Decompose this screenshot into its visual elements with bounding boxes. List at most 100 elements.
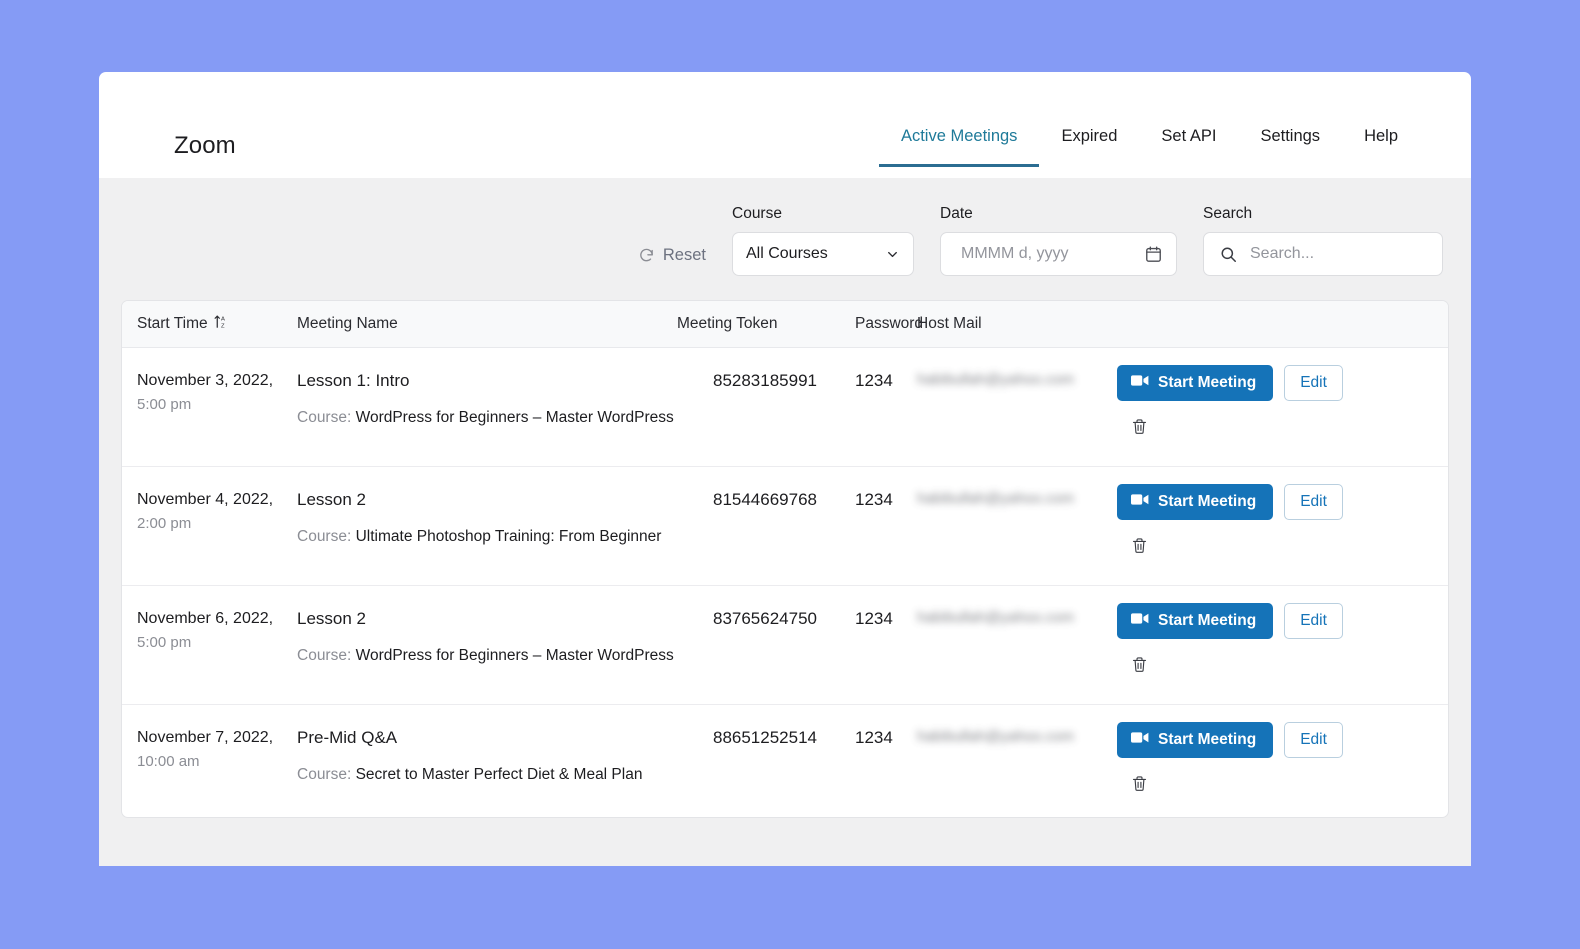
edit-button[interactable]: Edit	[1284, 365, 1343, 401]
row-date: November 3, 2022,	[137, 372, 274, 389]
start-meeting-label: Start Meeting	[1158, 493, 1257, 510]
page-title: Zoom	[174, 132, 236, 159]
edit-button[interactable]: Edit	[1284, 722, 1343, 758]
tab-help[interactable]: Help	[1342, 128, 1398, 167]
chevron-down-icon	[885, 247, 900, 262]
start-meeting-button[interactable]: Start Meeting	[1117, 603, 1274, 639]
date-filter-label: Date	[940, 204, 973, 222]
cell-start-time: November 4, 2022, 2:00 pm	[137, 489, 297, 534]
course-filter-label: Course	[732, 204, 782, 222]
row-course: Course: Ultimate Photoshop Training: Fro…	[297, 526, 677, 549]
course-prefix-label: Course:	[297, 766, 352, 784]
date-input[interactable]: MMMM d, yyyy	[940, 232, 1177, 276]
cell-meeting-token: 83765624750	[712, 609, 817, 628]
row-date: November 7, 2022,	[137, 729, 274, 746]
course-prefix-label: Course:	[297, 528, 352, 546]
content-panel: Reset Course All Courses Date MMMM d, yy…	[99, 178, 1471, 866]
app-header: Zoom Active Meetings Expired Set API Set…	[99, 72, 1471, 178]
row-host-mail: habibullah@yahoo.com	[917, 371, 1074, 388]
svg-text:A: A	[221, 317, 225, 323]
row-host-mail: habibullah@yahoo.com	[917, 728, 1074, 745]
course-select[interactable]: All Courses	[732, 232, 914, 276]
column-header-start-time[interactable]: Start Time A Z	[137, 314, 297, 334]
course-filter-group: Course All Courses	[732, 204, 914, 276]
svg-text:Z: Z	[221, 324, 225, 329]
cell-password: 1234	[855, 609, 893, 628]
tab-expired[interactable]: Expired	[1039, 128, 1139, 167]
column-header-meeting-token: Meeting Token	[677, 315, 778, 332]
trash-icon	[1131, 418, 1148, 438]
search-filter-label: Search	[1203, 204, 1253, 222]
cell-meeting-name: Lesson 1: Intro Course: WordPress for Be…	[297, 370, 677, 430]
row-host-mail: habibullah@yahoo.com	[917, 609, 1074, 626]
cell-actions: Start Meeting Edit	[1115, 722, 1433, 795]
table-row: November 7, 2022, 10:00 am Pre-Mid Q&A C…	[122, 705, 1448, 817]
row-course-name: Ultimate Photoshop Training: From Beginn…	[355, 528, 662, 546]
row-date: November 4, 2022,	[137, 491, 274, 508]
tab-settings[interactable]: Settings	[1238, 128, 1342, 167]
table-row: November 3, 2022, 5:00 pm Lesson 1: Intr…	[122, 348, 1448, 467]
search-input[interactable]: Search...	[1203, 232, 1443, 276]
app-card: Zoom Active Meetings Expired Set API Set…	[99, 72, 1471, 866]
cell-host-mail: habibullah@yahoo.com	[917, 727, 1115, 747]
table-header-row: Start Time A Z Meeting Name Meeting Toke…	[122, 301, 1448, 348]
tab-active-meetings[interactable]: Active Meetings	[878, 128, 1040, 167]
cell-meeting-token: 85283185991	[712, 371, 817, 390]
cell-actions: Start Meeting Edit	[1115, 603, 1433, 676]
row-time: 2:00 pm	[137, 514, 192, 532]
row-course-name: WordPress for Beginners – Master WordPre…	[355, 409, 674, 427]
delete-button[interactable]	[1117, 412, 1433, 438]
trash-icon	[1131, 775, 1148, 795]
calendar-icon[interactable]	[1144, 245, 1163, 264]
table-row: November 4, 2022, 2:00 pm Lesson 2 Cours…	[122, 467, 1448, 586]
tab-set-api[interactable]: Set API	[1139, 128, 1238, 167]
row-date: November 6, 2022,	[137, 610, 274, 627]
column-header-password: Password	[855, 315, 924, 332]
filter-bar: Reset Course All Courses Date MMMM d, yy…	[121, 178, 1449, 300]
delete-button[interactable]	[1117, 769, 1433, 795]
cell-start-time: November 3, 2022, 5:00 pm	[137, 370, 297, 415]
start-meeting-button[interactable]: Start Meeting	[1117, 365, 1274, 401]
search-input-placeholder: Search...	[1250, 245, 1315, 262]
row-course: Course: WordPress for Beginners – Master…	[297, 645, 677, 668]
column-header-start-time-label: Start Time	[137, 315, 208, 332]
column-header-meeting-name: Meeting Name	[297, 315, 398, 332]
trash-icon	[1131, 537, 1148, 557]
search-filter-group: Search Search...	[1203, 204, 1443, 276]
cell-meeting-token: 81544669768	[712, 490, 817, 509]
cell-start-time: November 6, 2022, 5:00 pm	[137, 608, 297, 653]
row-time: 5:00 pm	[137, 633, 192, 651]
row-meeting-name: Pre-Mid Q&A	[297, 728, 398, 747]
table-row: November 6, 2022, 5:00 pm Lesson 2 Cours…	[122, 586, 1448, 705]
video-camera-icon	[1131, 731, 1149, 749]
row-host-mail: habibullah@yahoo.com	[917, 490, 1074, 507]
main-navigation-tabs: Active Meetings Expired Set API Settings…	[878, 128, 1398, 167]
row-meeting-name: Lesson 1: Intro	[297, 371, 410, 390]
cell-meeting-name: Lesson 2 Course: WordPress for Beginners…	[297, 608, 677, 668]
cell-start-time: November 7, 2022, 10:00 am	[137, 727, 297, 772]
delete-button[interactable]	[1117, 531, 1433, 557]
search-icon	[1219, 245, 1238, 264]
date-input-placeholder: MMMM d, yyyy	[961, 245, 1069, 262]
cell-meeting-name: Lesson 2 Course: Ultimate Photoshop Trai…	[297, 489, 677, 549]
reset-label: Reset	[662, 246, 706, 264]
reset-button[interactable]: Reset	[638, 246, 706, 276]
cell-host-mail: habibullah@yahoo.com	[917, 489, 1115, 509]
video-camera-icon	[1131, 493, 1149, 511]
cell-host-mail: habibullah@yahoo.com	[917, 608, 1115, 628]
row-meeting-name: Lesson 2	[297, 490, 366, 509]
sort-az-ascending-icon[interactable]: A Z	[214, 314, 227, 334]
refresh-icon	[638, 247, 655, 264]
course-prefix-label: Course:	[297, 409, 352, 427]
edit-button[interactable]: Edit	[1284, 603, 1343, 639]
delete-button[interactable]	[1117, 650, 1433, 676]
cell-password: 1234	[855, 728, 893, 747]
row-course: Course: Secret to Master Perfect Diet & …	[297, 764, 677, 787]
start-meeting-button[interactable]: Start Meeting	[1117, 484, 1274, 520]
row-meeting-name: Lesson 2	[297, 609, 366, 628]
video-camera-icon	[1131, 612, 1149, 630]
cell-actions: Start Meeting Edit	[1115, 365, 1433, 438]
start-meeting-button[interactable]: Start Meeting	[1117, 722, 1274, 758]
edit-button[interactable]: Edit	[1284, 484, 1343, 520]
trash-icon	[1131, 656, 1148, 676]
